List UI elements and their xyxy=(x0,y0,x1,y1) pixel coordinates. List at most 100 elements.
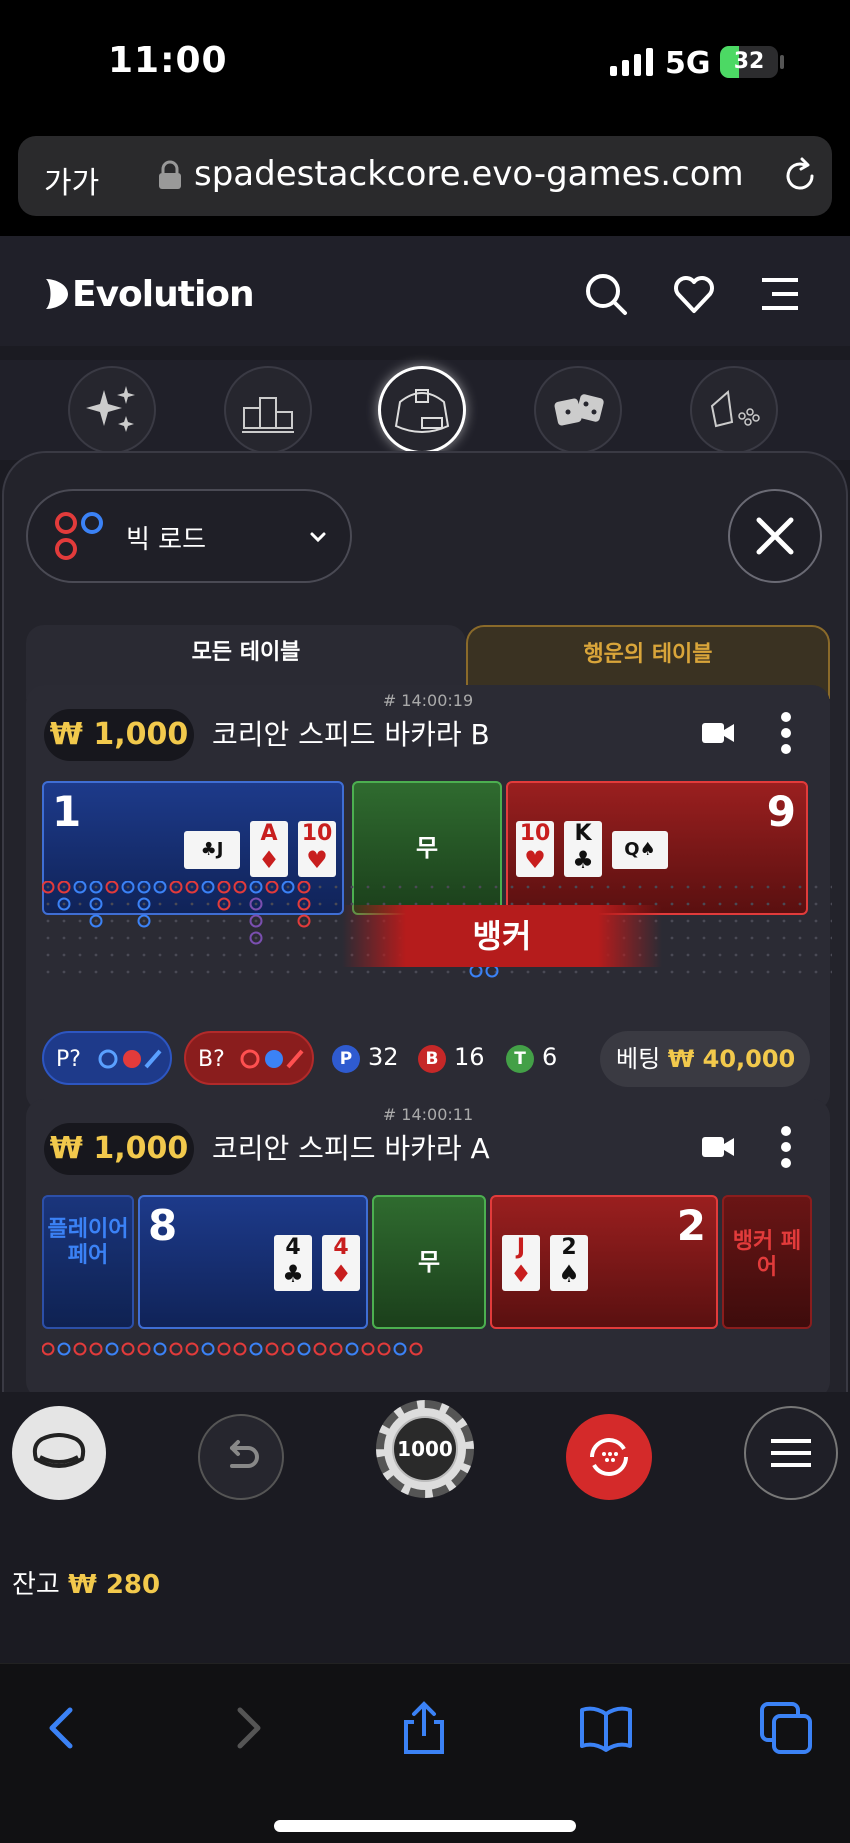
road-marker xyxy=(377,1342,391,1356)
balance: 잔고 ₩ 280 xyxy=(12,1564,160,1601)
url-text[interactable]: spadestackcore.evo-games.com xyxy=(194,154,744,194)
hamburger-icon xyxy=(771,1439,811,1467)
tabs-icon[interactable] xyxy=(758,1700,814,1756)
table-card[interactable]: # 14:00:19 ₩ 1,000 코리안 스피드 바카라 B 1 ♣J A ♦… xyxy=(26,685,834,1111)
playing-card: Q♠ xyxy=(612,831,668,869)
playing-card: A ♦ xyxy=(250,821,288,877)
category-sparkles-icon[interactable] xyxy=(68,366,156,454)
category-podium-icon[interactable] xyxy=(224,366,312,454)
road-type-dropdown[interactable]: 빅 로드 xyxy=(26,489,352,583)
road-type-label: 빅 로드 xyxy=(126,525,207,555)
road-marker xyxy=(153,1342,167,1356)
lock-icon xyxy=(159,160,181,189)
balance-amount: ₩ 280 xyxy=(68,1570,161,1600)
player-predict-label: P? xyxy=(56,1047,81,1072)
banker-pair-bet-area[interactable]: 뱅커 페어 xyxy=(722,1195,812,1329)
road-marker xyxy=(313,1342,327,1356)
bet-label: 베팅 xyxy=(616,1045,661,1073)
table-card[interactable]: # 14:00:11 ₩ 1,000 코리안 스피드 바카라 A 플레이어 페어… xyxy=(26,1099,830,1399)
battery-level: 32 xyxy=(733,49,765,74)
big-road-grid: 뱅커 xyxy=(41,880,834,989)
road-marker xyxy=(185,1342,199,1356)
category-dice-icon[interactable] xyxy=(534,366,622,454)
road-marker xyxy=(281,1342,295,1356)
category-baccarat-icon[interactable] xyxy=(378,366,466,454)
bet-amount: ₩ 40,000 xyxy=(667,1045,796,1073)
reload-icon[interactable] xyxy=(780,156,820,196)
banker-bet-area[interactable]: 2 J ♦ 2 ♠ xyxy=(490,1195,718,1329)
result-banner: 뱅커 xyxy=(342,905,662,967)
bet-limit: ₩ 1,000 xyxy=(44,709,194,761)
player-bet-area[interactable]: 8 4 ♣ 4 ♦ xyxy=(138,1195,368,1329)
road-marker xyxy=(137,1342,151,1356)
status-bar: 11:00 5G 32 xyxy=(0,0,850,120)
table-name[interactable]: 코리안 스피드 바카라 A xyxy=(212,1127,490,1167)
tie-bet-area[interactable]: 무 xyxy=(372,1195,486,1329)
playing-card: 10 ♥ xyxy=(516,821,554,877)
road-marker xyxy=(361,1342,375,1356)
player-count: 32 xyxy=(368,1043,399,1071)
undo-icon xyxy=(230,1440,259,1468)
browser-toolbar xyxy=(0,1663,850,1843)
brand-name: Evolution xyxy=(72,273,255,315)
search-icon[interactable] xyxy=(584,272,628,316)
evolution-logo-icon xyxy=(46,279,68,309)
evolution-logo[interactable]: Evolution xyxy=(44,272,255,316)
text-size-button[interactable]: 가가 xyxy=(44,158,99,202)
road-marker xyxy=(89,1342,103,1356)
game-controls: 1000 잔고 ₩ 280 xyxy=(0,1392,850,1663)
video-camera-icon[interactable] xyxy=(702,1135,734,1159)
playing-card: J ♦ xyxy=(502,1235,540,1291)
road-marker xyxy=(329,1342,343,1356)
road-marker xyxy=(345,1342,359,1356)
menu-icon[interactable] xyxy=(758,272,802,316)
forward-icon[interactable] xyxy=(218,1700,274,1756)
playing-card: 2 ♠ xyxy=(550,1235,588,1291)
road-marker xyxy=(73,1342,87,1356)
road-marker xyxy=(265,1342,279,1356)
playing-card: 10 ♥ xyxy=(298,821,336,877)
total-bet-pill: 베팅 ₩ 40,000 xyxy=(600,1031,810,1087)
home-indicator xyxy=(274,1820,576,1832)
player-count-badge: P xyxy=(332,1045,360,1073)
banker-count-badge: B xyxy=(418,1045,446,1073)
player-predict-button[interactable]: P? xyxy=(42,1031,172,1085)
playing-card: ♣J xyxy=(184,831,240,869)
close-button[interactable] xyxy=(728,489,822,583)
table-name[interactable]: 코리안 스피드 바카라 B xyxy=(212,713,490,753)
road-marker xyxy=(42,1342,55,1356)
table-shape-icon xyxy=(32,1433,86,1468)
banker-predict-button[interactable]: B? xyxy=(184,1031,314,1085)
favorite-tables-button[interactable] xyxy=(12,1406,106,1500)
player-pair-bet-area[interactable]: 플레이어 페어 xyxy=(42,1195,134,1329)
battery-cap xyxy=(780,55,784,69)
battery-icon: 32 xyxy=(720,46,778,78)
balance-label: 잔고 xyxy=(12,1570,60,1600)
undo-button[interactable] xyxy=(198,1414,284,1500)
share-icon[interactable] xyxy=(396,1700,452,1756)
bookmarks-icon[interactable] xyxy=(578,1700,634,1756)
playing-card: 4 ♦ xyxy=(322,1235,360,1291)
repeat-bet-button[interactable] xyxy=(566,1414,652,1500)
video-camera-icon[interactable] xyxy=(702,721,734,745)
road-marker xyxy=(233,1342,247,1356)
chip-value: 1000 xyxy=(392,1416,458,1482)
road-marker xyxy=(217,1342,231,1356)
address-bar[interactable]: 가가 spadestackcore.evo-games.com xyxy=(18,136,832,216)
banker-count: 16 xyxy=(454,1043,485,1071)
chevron-down-icon xyxy=(310,532,326,543)
heart-icon[interactable] xyxy=(672,272,716,316)
sparkles-icon xyxy=(86,386,135,432)
chip-selector[interactable]: 1000 xyxy=(376,1400,474,1498)
predict-markers-icon xyxy=(98,1049,162,1069)
predict-markers-icon xyxy=(240,1049,304,1069)
more-options-icon[interactable] xyxy=(780,1125,792,1169)
player-score: 8 xyxy=(148,1201,178,1250)
more-options-icon[interactable] xyxy=(780,711,792,755)
tie-count-badge: T xyxy=(506,1045,534,1073)
back-icon[interactable] xyxy=(36,1700,92,1756)
game-menu-button[interactable] xyxy=(744,1406,838,1500)
close-icon xyxy=(756,517,794,555)
category-roulette-icon[interactable] xyxy=(690,366,778,454)
podium-icon xyxy=(242,397,294,433)
